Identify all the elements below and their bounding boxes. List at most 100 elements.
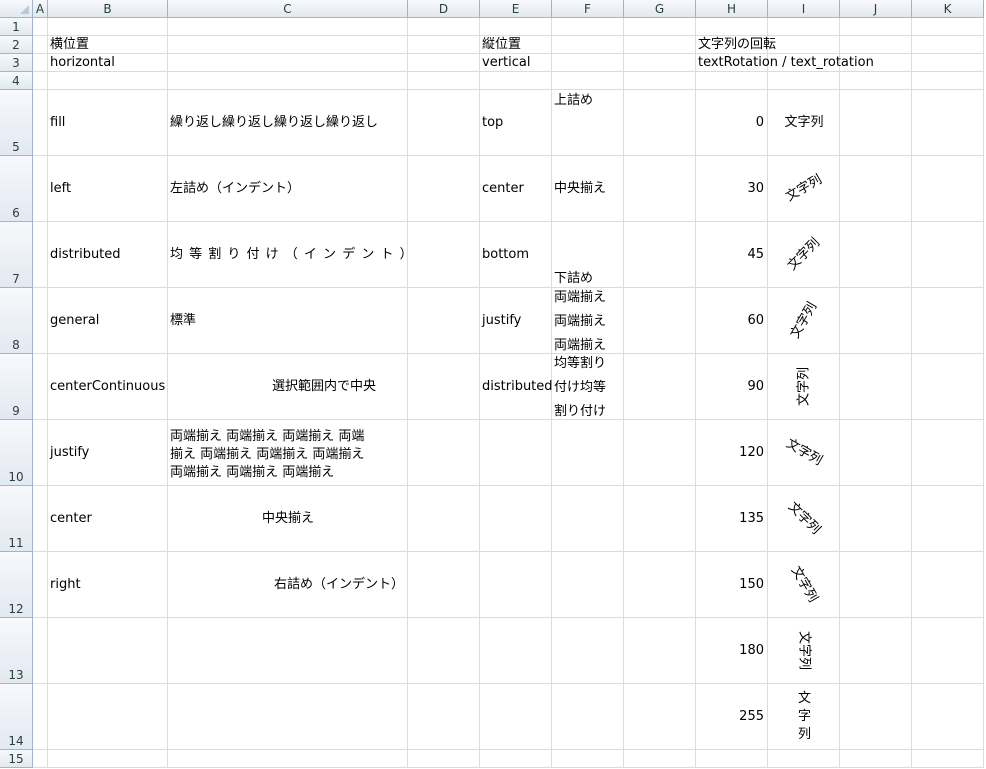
row-header-9[interactable]: 9 (0, 354, 33, 420)
grid-cell[interactable] (624, 36, 696, 54)
grid-cell[interactable] (33, 90, 48, 156)
row-header-6[interactable]: 6 (0, 156, 33, 222)
row-header-15[interactable]: 15 (0, 750, 33, 768)
grid-cell[interactable] (168, 288, 408, 354)
grid-cell[interactable] (912, 18, 984, 36)
grid-cell[interactable] (552, 54, 624, 72)
grid-cell[interactable] (624, 288, 696, 354)
grid-cell[interactable] (912, 288, 984, 354)
grid-cell[interactable] (552, 618, 624, 684)
grid-cell[interactable] (168, 36, 408, 54)
grid-cell[interactable] (840, 156, 912, 222)
row-header-4[interactable]: 4 (0, 72, 33, 90)
grid-cell[interactable] (168, 72, 408, 90)
column-header-j[interactable]: J (840, 0, 912, 18)
grid-cell[interactable] (840, 354, 912, 420)
row-header-10[interactable]: 10 (0, 420, 33, 486)
column-header-h[interactable]: H (696, 0, 768, 18)
row-header-8[interactable]: 8 (0, 288, 33, 354)
grid-cell[interactable] (408, 288, 480, 354)
grid-cell[interactable] (408, 222, 480, 288)
grid-cell[interactable] (624, 750, 696, 768)
grid-cell[interactable] (840, 552, 912, 618)
grid-cell[interactable] (768, 72, 840, 90)
grid-cell[interactable] (552, 486, 624, 552)
grid-cell[interactable] (840, 486, 912, 552)
grid-cell[interactable] (624, 552, 696, 618)
column-header-a[interactable]: A (33, 0, 48, 18)
grid-cell[interactable] (768, 750, 840, 768)
grid-cell[interactable] (408, 420, 480, 486)
grid-cell[interactable] (168, 750, 408, 768)
grid-cell[interactable] (480, 72, 552, 90)
column-header-e[interactable]: E (480, 0, 552, 18)
grid-cell[interactable] (912, 552, 984, 618)
grid-cell[interactable] (840, 750, 912, 768)
grid-cell[interactable] (408, 552, 480, 618)
grid-cell[interactable] (168, 684, 408, 750)
grid-cell[interactable] (840, 618, 912, 684)
grid-cell[interactable] (480, 420, 552, 486)
grid-cell[interactable] (552, 552, 624, 618)
row-header-2[interactable]: 2 (0, 36, 33, 54)
grid-cell[interactable] (48, 684, 168, 750)
grid-cell[interactable] (48, 750, 168, 768)
row-header-12[interactable]: 12 (0, 552, 33, 618)
grid-cell[interactable] (624, 684, 696, 750)
grid-cell[interactable] (48, 18, 168, 36)
grid-cell[interactable] (840, 222, 912, 288)
grid-cell[interactable] (168, 18, 408, 36)
grid-cell[interactable] (624, 618, 696, 684)
row-header-5[interactable]: 5 (0, 90, 33, 156)
grid-cell[interactable] (552, 36, 624, 54)
grid-cell[interactable] (408, 684, 480, 750)
grid-cell[interactable] (624, 156, 696, 222)
grid-cell[interactable] (480, 18, 552, 36)
grid-cell[interactable] (912, 156, 984, 222)
row-header-1[interactable]: 1 (0, 18, 33, 36)
grid-cell[interactable] (168, 618, 408, 684)
grid-cell[interactable] (912, 684, 984, 750)
grid-cell[interactable] (33, 552, 48, 618)
row-header-14[interactable]: 14 (0, 684, 33, 750)
grid-cell[interactable] (912, 354, 984, 420)
grid-cell[interactable] (552, 684, 624, 750)
grid-cell[interactable] (912, 486, 984, 552)
grid-cell[interactable] (912, 36, 984, 54)
grid-cell[interactable] (624, 72, 696, 90)
grid-cell[interactable] (168, 54, 408, 72)
column-header-c[interactable]: C (168, 0, 408, 18)
grid-cell[interactable] (912, 90, 984, 156)
select-all-corner[interactable] (0, 0, 33, 18)
grid-cell[interactable] (552, 18, 624, 36)
grid-cell[interactable] (552, 420, 624, 486)
grid-cell[interactable] (912, 750, 984, 768)
grid-cell[interactable] (33, 486, 48, 552)
grid-cell[interactable] (768, 36, 840, 54)
spreadsheet-grid[interactable]: A B C D E F G H I J K 1 2 3 4 5 6 7 8 9 10 11 12 13 14 15 横位置 horiz… (0, 0, 986, 769)
row-header-13[interactable]: 13 (0, 618, 33, 684)
grid-cell[interactable] (696, 18, 768, 36)
grid-cell[interactable] (48, 618, 168, 684)
grid-cell[interactable] (33, 72, 48, 90)
grid-cell[interactable] (480, 552, 552, 618)
grid-cell[interactable] (408, 750, 480, 768)
grid-cell[interactable] (840, 288, 912, 354)
grid-cell[interactable] (33, 420, 48, 486)
grid-cell[interactable] (840, 420, 912, 486)
grid-cell[interactable] (840, 18, 912, 36)
grid-cell[interactable] (33, 18, 48, 36)
grid-cell[interactable] (408, 18, 480, 36)
grid-cell[interactable] (624, 222, 696, 288)
column-header-k[interactable]: K (912, 0, 984, 18)
grid-cell[interactable] (552, 750, 624, 768)
grid-cell[interactable] (480, 684, 552, 750)
grid-cell[interactable] (624, 54, 696, 72)
grid-cell[interactable] (912, 54, 984, 72)
grid-cell[interactable] (768, 18, 840, 36)
grid-cell[interactable] (840, 684, 912, 750)
grid-cell[interactable] (624, 18, 696, 36)
grid-cell[interactable] (408, 486, 480, 552)
grid-cell[interactable] (480, 750, 552, 768)
grid-cell[interactable] (33, 354, 48, 420)
